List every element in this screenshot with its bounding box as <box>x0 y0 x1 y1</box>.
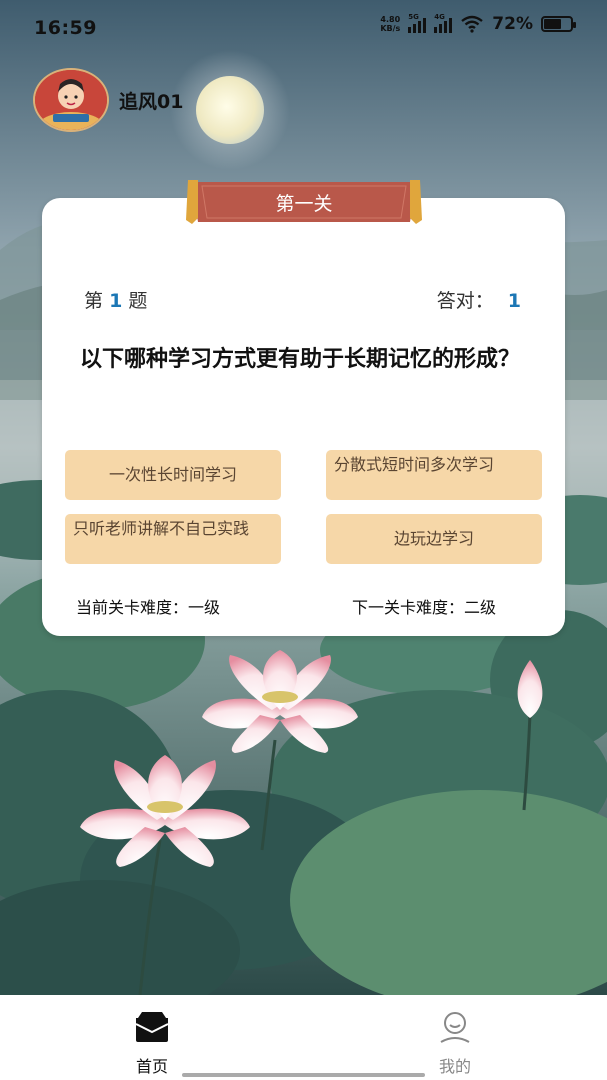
home-icon <box>135 1012 169 1042</box>
wifi-icon <box>461 15 484 33</box>
question-index: 第 1 题 <box>84 290 148 312</box>
level-title: 第一关 <box>275 193 333 215</box>
home-indicator <box>182 1073 425 1077</box>
clock: 16:59 <box>34 17 97 39</box>
avatar-character-icon <box>35 70 107 130</box>
option-2[interactable]: 分散式短时间多次学习 <box>326 450 542 500</box>
question-header: 第 1 题 答对： 1 <box>84 286 524 316</box>
status-bar: 16:59 4.80 KB/s 5G 4G 72% <box>0 0 607 58</box>
current-difficulty: 当前关卡难度：一级 <box>76 598 221 617</box>
option-3[interactable]: 只听老师讲解不自己实践 <box>65 514 281 564</box>
next-difficulty: 下一关卡难度：二级 <box>352 598 497 617</box>
battery-percent: 72% <box>492 14 533 34</box>
network-speed: 4.80 KB/s <box>380 15 401 33</box>
question-card <box>42 198 565 636</box>
level-ribbon: 第一关 <box>184 178 424 228</box>
nav-mine[interactable]: 我的 <box>385 995 525 1080</box>
question-text: 以下哪种学习方式更有助于长期记忆的形成？ <box>80 347 521 372</box>
signal-5g-icon: 5G <box>408 13 427 33</box>
battery-icon <box>541 16 576 32</box>
signal-4g-icon: 4G <box>434 13 453 33</box>
username: 追风01 <box>119 90 184 113</box>
nav-home[interactable]: 首页 <box>82 995 222 1080</box>
avatar[interactable] <box>33 68 109 132</box>
option-1[interactable]: 一次性长时间学习 <box>65 450 281 500</box>
bottom-nav: 首页 我的 <box>0 995 607 1080</box>
option-4[interactable]: 边玩边学习 <box>326 514 542 564</box>
user-icon <box>440 1012 470 1043</box>
user-header[interactable]: 追风01 <box>33 68 183 132</box>
correct-count: 答对： 1 <box>436 290 521 312</box>
